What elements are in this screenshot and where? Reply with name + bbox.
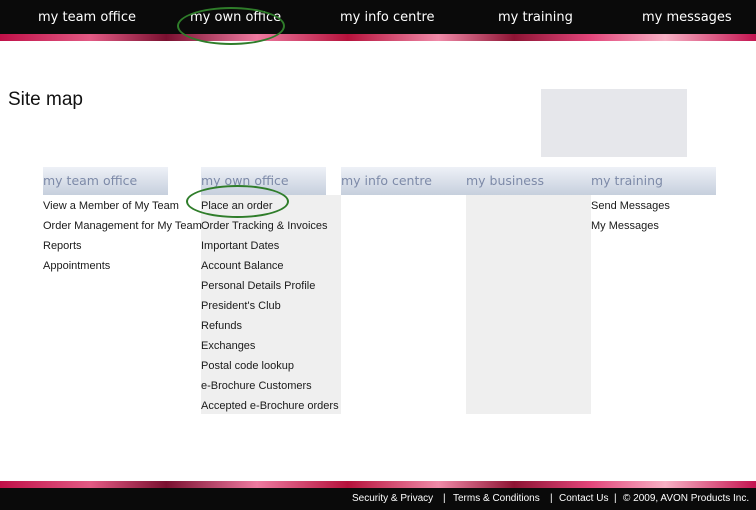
heading-label: my business xyxy=(466,173,545,188)
link-postal-code-lookup[interactable]: Postal code lookup xyxy=(201,359,294,373)
link-my-messages[interactable]: My Messages xyxy=(591,219,659,233)
link-account-balance[interactable]: Account Balance xyxy=(201,259,284,273)
link-appointments[interactable]: Appointments xyxy=(43,259,110,273)
promo-placeholder-box xyxy=(541,89,687,157)
heading-label: my training xyxy=(591,173,663,188)
sitemap-heading-my-team-office: my team office xyxy=(43,167,168,195)
link-presidents-club[interactable]: President's Club xyxy=(201,299,281,313)
link-personal-details-profile[interactable]: Personal Details Profile xyxy=(201,279,315,293)
footer-link-terms-conditions[interactable]: Terms & Conditions xyxy=(453,493,540,505)
nav-my-info-centre[interactable]: my info centre xyxy=(340,0,435,34)
decorative-stripe-bottom xyxy=(0,481,756,488)
link-order-management-for-my-team[interactable]: Order Management for My Team xyxy=(43,219,202,233)
page-title: Site map xyxy=(8,89,83,110)
sitemap-heading-my-own-office: my own office xyxy=(201,167,326,195)
footer-link-security-privacy[interactable]: Security & Privacy xyxy=(352,493,433,505)
nav-my-training[interactable]: my training xyxy=(498,0,573,34)
link-order-tracking-invoices[interactable]: Order Tracking & Invoices xyxy=(201,219,328,233)
link-send-messages[interactable]: Send Messages xyxy=(591,199,670,213)
footer-separator: | xyxy=(614,493,617,504)
link-place-an-order[interactable]: Place an order xyxy=(201,199,273,213)
nav-my-own-office[interactable]: my own office xyxy=(190,0,281,34)
column-bg-my-business xyxy=(466,195,591,414)
sitemap-heading-my-info-centre: my info centre xyxy=(341,167,466,195)
link-view-member-of-my-team[interactable]: View a Member of My Team xyxy=(43,199,179,213)
heading-label: my info centre xyxy=(341,173,432,188)
footer-separator: | xyxy=(550,493,553,504)
footer-copyright: © 2009, AVON Products Inc. xyxy=(623,493,750,504)
sitemap-heading-my-business: my business xyxy=(466,167,591,195)
decorative-stripe-top xyxy=(0,34,756,41)
sitemap-heading-my-training: my training xyxy=(591,167,716,195)
footer: Security & Privacy | Terms & Conditions … xyxy=(0,488,756,510)
link-refunds[interactable]: Refunds xyxy=(201,319,242,333)
footer-link-contact-us[interactable]: Contact Us xyxy=(559,493,608,505)
footer-separator: | xyxy=(443,493,446,504)
link-e-brochure-customers[interactable]: e-Brochure Customers xyxy=(201,379,312,393)
link-accepted-e-brochure-orders[interactable]: Accepted e-Brochure orders xyxy=(201,399,339,413)
link-important-dates[interactable]: Important Dates xyxy=(201,239,279,253)
heading-label: my own office xyxy=(201,173,289,188)
nav-my-team-office[interactable]: my team office xyxy=(38,0,136,34)
heading-label: my team office xyxy=(43,173,138,188)
top-nav: my team office my own office my info cen… xyxy=(0,0,756,34)
nav-my-messages[interactable]: my messages xyxy=(642,0,732,34)
link-exchanges[interactable]: Exchanges xyxy=(201,339,255,353)
link-reports[interactable]: Reports xyxy=(43,239,82,253)
